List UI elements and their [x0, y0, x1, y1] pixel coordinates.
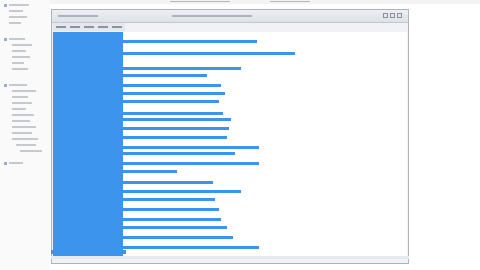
list-item[interactable]	[123, 40, 257, 43]
row-highlight	[123, 100, 219, 103]
list-item[interactable]	[123, 190, 241, 193]
sidebar-item[interactable]	[12, 114, 34, 116]
row-highlight	[123, 162, 259, 165]
desktop-sidebar	[0, 0, 50, 270]
sidebar-item[interactable]	[12, 102, 32, 104]
sidebar-item[interactable]	[9, 84, 27, 86]
list-item[interactable]	[123, 208, 219, 211]
sidebar-item[interactable]	[12, 126, 36, 128]
sidebar-item[interactable]	[12, 56, 30, 58]
list-item[interactable]	[123, 127, 229, 130]
maximize-icon[interactable]	[390, 13, 395, 18]
minimize-icon[interactable]	[383, 13, 388, 18]
row-highlight	[123, 127, 229, 130]
network-icon[interactable]	[4, 162, 7, 165]
address-text	[172, 15, 252, 17]
row-highlight	[123, 40, 257, 43]
navigation-pane[interactable]	[53, 32, 123, 258]
row-highlight	[123, 52, 295, 55]
sidebar-item[interactable]	[9, 16, 27, 18]
top-strip	[50, 0, 480, 4]
row-highlight	[123, 146, 259, 149]
row-highlight	[123, 226, 227, 229]
list-item[interactable]	[123, 100, 219, 103]
menu-item[interactable]	[56, 26, 66, 28]
list-item[interactable]	[123, 236, 233, 239]
list-item[interactable]	[123, 181, 213, 184]
list-item[interactable]	[123, 136, 227, 139]
list-item[interactable]	[123, 84, 221, 87]
list-item[interactable]	[123, 52, 295, 55]
menu-item[interactable]	[112, 26, 122, 28]
list-item[interactable]	[123, 218, 221, 221]
row-highlight	[123, 84, 221, 87]
menu-item[interactable]	[70, 26, 80, 28]
window-title	[58, 15, 98, 17]
titlebar[interactable]	[52, 10, 408, 23]
sidebar-item[interactable]	[12, 96, 28, 98]
row-highlight	[123, 74, 207, 77]
folder-icon[interactable]	[4, 38, 7, 41]
row-highlight	[123, 190, 241, 193]
sidebar-item[interactable]	[9, 4, 29, 6]
row-highlight	[123, 112, 223, 115]
row-highlight	[123, 67, 241, 70]
menu-item[interactable]	[84, 26, 94, 28]
list-item[interactable]	[123, 67, 241, 70]
row-highlight	[123, 218, 221, 221]
row-highlight	[123, 236, 233, 239]
sidebar-item[interactable]	[12, 120, 30, 122]
list-item[interactable]	[123, 226, 227, 229]
list-item[interactable]	[123, 74, 207, 77]
row-highlight	[123, 92, 225, 95]
list-item[interactable]	[123, 170, 177, 173]
menu-item[interactable]	[98, 26, 108, 28]
sidebar-item[interactable]	[9, 162, 23, 164]
top-strip-text	[170, 1, 230, 2]
status-bar	[51, 250, 126, 254]
row-highlight	[123, 170, 177, 173]
sidebar-item[interactable]	[12, 68, 28, 70]
sidebar-item[interactable]	[12, 138, 38, 140]
list-item[interactable]	[123, 198, 215, 201]
row-highlight	[123, 152, 235, 155]
sidebar-item[interactable]	[12, 108, 26, 110]
list-item[interactable]	[123, 118, 231, 121]
row-highlight	[123, 208, 219, 211]
close-icon[interactable]	[397, 13, 402, 18]
sidebar-item[interactable]	[12, 62, 24, 64]
sidebar-item[interactable]	[12, 90, 36, 92]
row-highlight	[123, 246, 259, 249]
sidebar-item[interactable]	[9, 22, 21, 24]
row-highlight	[123, 181, 213, 184]
folder-icon[interactable]	[4, 4, 7, 7]
content-area	[53, 32, 407, 258]
row-highlight	[123, 118, 231, 121]
list-item[interactable]	[123, 112, 223, 115]
menubar	[53, 23, 125, 31]
sidebar-item[interactable]	[9, 38, 25, 40]
list-item[interactable]	[123, 146, 259, 149]
top-strip-text	[270, 1, 310, 2]
sidebar-item[interactable]	[16, 144, 36, 146]
sidebar-item[interactable]	[12, 132, 32, 134]
list-item[interactable]	[123, 246, 259, 249]
list-item[interactable]	[123, 152, 235, 155]
sidebar-item[interactable]	[20, 150, 42, 152]
row-highlight	[123, 136, 227, 139]
explorer-window	[51, 9, 409, 264]
horizontal-scrollbar[interactable]	[51, 256, 409, 259]
sidebar-item[interactable]	[12, 44, 32, 46]
list-item[interactable]	[123, 92, 225, 95]
sidebar-item[interactable]	[12, 50, 26, 52]
computer-icon[interactable]	[4, 84, 7, 87]
row-highlight	[123, 198, 215, 201]
sidebar-item[interactable]	[9, 10, 23, 12]
list-item[interactable]	[123, 162, 259, 165]
